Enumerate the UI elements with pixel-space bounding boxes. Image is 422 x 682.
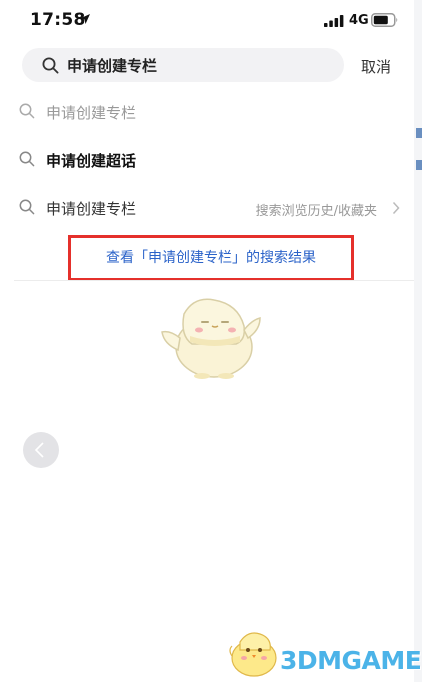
background-page-edge [414, 0, 422, 682]
chevron-left-icon [34, 442, 44, 458]
background-page-mark [416, 160, 422, 170]
suggestion-item[interactable]: 申请创建超话 [0, 138, 410, 182]
watermark-chick-icon [229, 632, 277, 677]
view-search-results-link[interactable]: 查看「申请创建专栏」的搜索结果 [71, 238, 351, 278]
search-box[interactable] [22, 48, 344, 82]
cancel-button[interactable]: 取消 [361, 56, 391, 77]
watermark-text: 3DMGAME [280, 646, 422, 675]
search-icon [19, 151, 35, 167]
suggestion-label: 申请创建专栏 [46, 104, 137, 122]
suggestion-item-history[interactable]: 申请创建专栏 搜索浏览历史/收藏夹 [0, 186, 410, 230]
network-label: 4G [349, 13, 369, 28]
search-icon [19, 103, 35, 119]
location-arrow-icon [80, 14, 90, 24]
signal-bars-icon [324, 15, 344, 27]
chevron-right-icon [392, 201, 400, 215]
suggestion-label: 申请创建专栏 [46, 200, 137, 218]
status-bar: 17:58 4G [0, 0, 422, 40]
chick-mascot-icon [161, 298, 261, 379]
divider [14, 280, 416, 281]
result-highlight-box: 查看「申请创建专栏」的搜索结果 [68, 235, 354, 281]
back-button[interactable] [23, 432, 59, 468]
search-icon [19, 199, 35, 215]
history-hint: 搜索浏览历史/收藏夹 [255, 204, 377, 219]
search-icon [42, 57, 59, 74]
search-input[interactable] [67, 48, 327, 82]
suggestion-label: 申请创建超话 [46, 152, 137, 170]
background-page-mark [416, 128, 422, 138]
status-time: 17:58 [30, 10, 86, 30]
battery-icon [371, 13, 398, 27]
suggestion-item[interactable]: 申请创建专栏 [0, 90, 410, 134]
